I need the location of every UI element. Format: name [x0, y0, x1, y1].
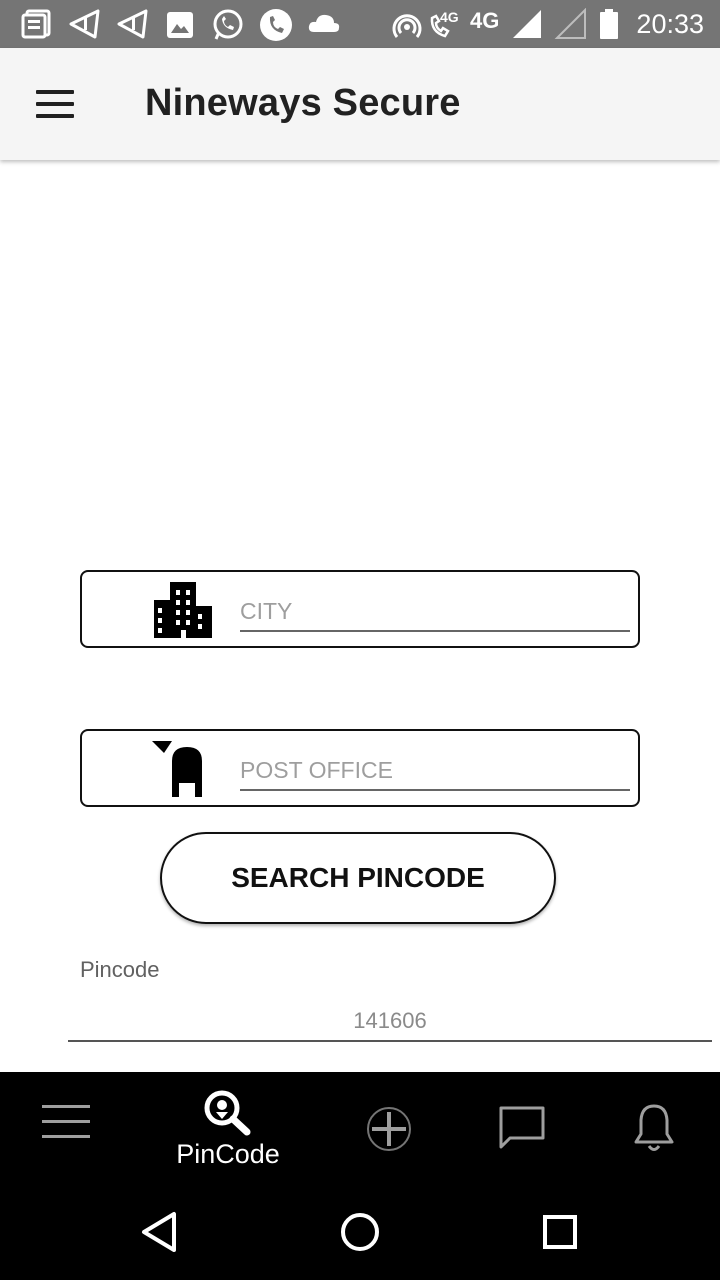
pincode-value: 141606: [68, 1008, 712, 1042]
network-type-small: 4G: [440, 9, 459, 25]
nav-item-chat[interactable]: [476, 1072, 568, 1184]
app-bar: Nineways Secure: [0, 48, 720, 160]
home-circle-icon[interactable]: [336, 1208, 384, 1256]
bell-icon: [634, 1104, 674, 1151]
signal-empty-icon: [554, 8, 586, 39]
nav-item-menu[interactable]: [20, 1072, 112, 1184]
image-icon: [167, 12, 193, 38]
phone-icon: [260, 9, 292, 41]
mailbox-icon: [152, 741, 202, 797]
menu-lines-icon: [42, 1105, 90, 1138]
search-location-icon: [204, 1090, 251, 1136]
pincode-label: Pincode: [80, 957, 160, 982]
app-title: Nineways Secure: [145, 82, 461, 124]
city-field-container: [80, 570, 640, 648]
nav-label-pincode: PinCode: [176, 1139, 280, 1169]
chat-bubble-icon: [499, 1106, 545, 1149]
back-triangle-icon[interactable]: [136, 1208, 184, 1256]
post-office-input[interactable]: [240, 751, 630, 791]
navigation-icon: [69, 9, 100, 39]
navigation-icon: [117, 9, 148, 39]
city-buildings-icon: [154, 582, 212, 638]
search-pincode-button[interactable]: SEARCH PINCODE: [160, 832, 556, 924]
hotspot-icon: [392, 14, 422, 38]
notes-icon: [21, 9, 51, 39]
nav-item-notifications[interactable]: [608, 1072, 700, 1184]
post-office-field-container: [80, 729, 640, 807]
whatsapp-icon: [213, 9, 243, 40]
network-type-large: 4G: [470, 8, 500, 33]
bottom-nav: PinCode: [0, 1072, 720, 1184]
recents-square-icon[interactable]: [536, 1208, 584, 1256]
city-input[interactable]: [240, 592, 630, 632]
cloud-icon: [308, 14, 340, 32]
hamburger-icon[interactable]: [36, 90, 76, 118]
signal-icon: [513, 10, 541, 38]
status-bar: 4G 4G 20:33: [0, 0, 720, 48]
system-nav: [0, 1184, 720, 1280]
status-time: 20:33: [636, 9, 704, 39]
battery-icon: [600, 9, 618, 39]
nav-item-pincode[interactable]: PinCode: [166, 1072, 290, 1184]
nav-item-add[interactable]: [344, 1072, 436, 1184]
add-circle-icon: [367, 1107, 411, 1151]
